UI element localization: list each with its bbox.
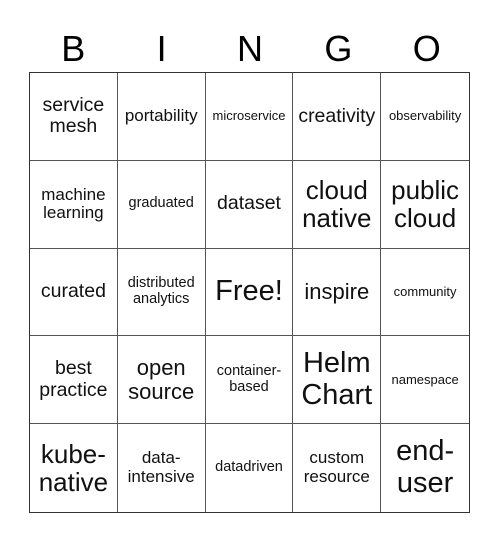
free-space-cell[interactable]: Free! [205, 248, 294, 337]
header-letter-n: N [236, 28, 263, 69]
bingo-header: B I N G O [29, 26, 471, 72]
header-letter-b: B [61, 28, 86, 69]
bingo-cell[interactable]: microservice [205, 73, 294, 161]
bingo-cell[interactable]: custom resource [293, 424, 382, 512]
bingo-cell[interactable]: cloud native [293, 160, 382, 249]
bingo-cell[interactable]: curated [30, 248, 118, 337]
bingo-cell[interactable]: datadriven [206, 424, 294, 512]
bingo-cell[interactable]: inspire [293, 248, 382, 337]
bingo-cell[interactable]: container-based [205, 336, 294, 425]
bingo-cell[interactable]: open source [117, 336, 206, 425]
bingo-cell[interactable]: best practice [30, 336, 118, 425]
bingo-cell[interactable]: service mesh [30, 73, 118, 161]
bingo-cell[interactable]: end-user [381, 424, 469, 512]
bingo-cell[interactable]: namespace [381, 336, 469, 425]
bingo-cell[interactable]: Helm Chart [293, 336, 382, 425]
header-letter-i: I [156, 28, 167, 69]
bingo-cell[interactable]: public cloud [381, 161, 469, 249]
bingo-cell[interactable]: portability [117, 73, 206, 161]
bingo-cell[interactable]: creativity [293, 73, 382, 161]
bingo-cell[interactable]: data-intensive [118, 424, 206, 512]
bingo-cell[interactable]: community [381, 249, 469, 337]
bingo-cell[interactable]: distributed analytics [117, 248, 206, 337]
header-letter-g: G [324, 28, 353, 69]
bingo-cell[interactable]: kube-native [30, 424, 118, 512]
bingo-cell[interactable]: observability [381, 73, 469, 161]
header-letter-o: O [412, 28, 441, 69]
bingo-cell[interactable]: dataset [205, 160, 294, 249]
bingo-cell[interactable]: machine learning [30, 160, 118, 249]
bingo-grid: service mesh portability microservice cr… [29, 72, 470, 513]
bingo-cell[interactable]: graduated [117, 160, 206, 249]
